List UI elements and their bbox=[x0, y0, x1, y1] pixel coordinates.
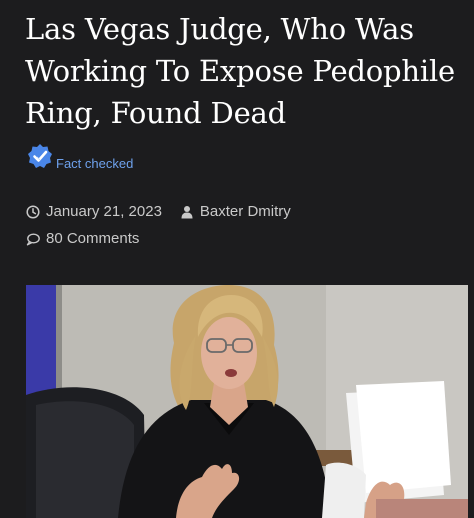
comments-row[interactable]: 80 Comments bbox=[26, 229, 139, 249]
publish-date: January 21, 2023 bbox=[46, 203, 162, 220]
article-meta-row: January 21, 2023 Baxter Dmitry bbox=[26, 202, 291, 222]
article-photo bbox=[26, 285, 468, 518]
verified-check-badge-icon bbox=[28, 144, 52, 168]
judge-photo-illustration bbox=[26, 285, 468, 518]
fact-check-label: Fact checked bbox=[56, 156, 134, 171]
clock-icon bbox=[26, 205, 40, 219]
article-headline: Las Vegas Judge, Who Was Working To Expo… bbox=[25, 12, 455, 130]
comments-link[interactable]: 80 Comments bbox=[46, 229, 139, 249]
fact-check-badge[interactable]: Fact checked bbox=[26, 142, 133, 172]
person-icon bbox=[181, 206, 193, 219]
author-link[interactable]: Baxter Dmitry bbox=[200, 202, 291, 222]
speech-bubble-icon bbox=[26, 233, 40, 246]
